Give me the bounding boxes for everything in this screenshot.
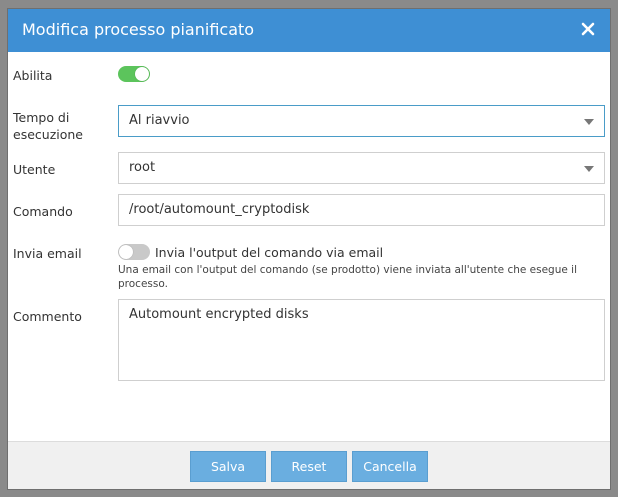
enable-toggle[interactable] [118, 66, 150, 82]
save-button[interactable]: Salva [190, 451, 266, 482]
close-icon [581, 22, 595, 36]
close-button[interactable] [578, 19, 598, 39]
enable-label: Abilita [13, 68, 53, 83]
schedule-label: Tempo di esecuzione [13, 110, 83, 142]
comment-value: Automount encrypted disks [129, 307, 309, 322]
user-value: root [129, 160, 156, 175]
toggle-knob [135, 67, 149, 81]
chevron-down-icon [584, 119, 594, 125]
command-label: Comando [13, 204, 73, 219]
send-email-toggle[interactable] [118, 244, 150, 260]
dialog-footer: Salva Reset Cancella [8, 441, 610, 489]
user-select[interactable]: root [118, 152, 605, 184]
user-label: Utente [13, 162, 56, 177]
command-value: /root/automount_cryptodisk [129, 202, 310, 217]
comment-textarea[interactable]: Automount encrypted disks [118, 299, 605, 381]
reset-button[interactable]: Reset [271, 451, 347, 482]
send-email-label: Invia email [13, 246, 82, 261]
cancel-button[interactable]: Cancella [352, 451, 428, 482]
comment-label: Commento [13, 309, 82, 324]
send-email-help-text: Una email con l'output del comando (se p… [118, 264, 578, 290]
dialog-titlebar: Modifica processo pianificato [8, 9, 610, 52]
dialog-title: Modifica processo pianificato [22, 20, 255, 39]
command-input[interactable]: /root/automount_cryptodisk [118, 194, 605, 226]
edit-scheduled-job-dialog: Modifica processo pianificato Abilita Te… [7, 8, 611, 490]
schedule-value: Al riavvio [129, 113, 190, 128]
toggle-knob [119, 245, 133, 259]
schedule-select[interactable]: Al riavvio [118, 105, 605, 137]
chevron-down-icon [584, 166, 594, 172]
send-email-option-label: Invia l'output del comando via email [155, 245, 384, 260]
